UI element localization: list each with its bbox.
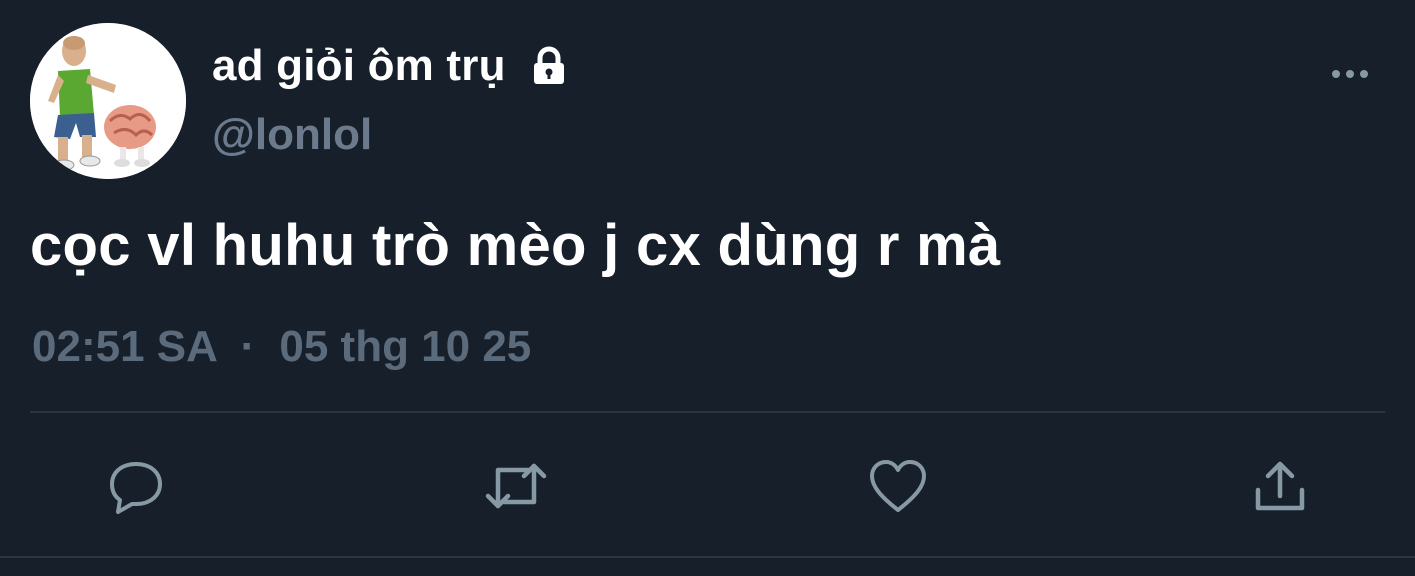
avatar[interactable] xyxy=(30,23,186,179)
tweet-meta: 02:51 SA · 05 thg 10 25 xyxy=(32,322,531,372)
bottom-divider xyxy=(0,556,1415,558)
tweet-time[interactable]: 02:51 SA xyxy=(32,322,216,371)
avatar-image xyxy=(30,23,186,179)
reply-button[interactable] xyxy=(104,454,168,518)
retweet-icon xyxy=(485,463,547,509)
share-icon xyxy=(1255,461,1305,511)
meta-separator: · xyxy=(240,322,256,371)
share-button[interactable] xyxy=(1248,454,1312,518)
tweet-date[interactable]: 05 thg 10 25 xyxy=(279,322,531,371)
user-handle[interactable]: @lonlol xyxy=(212,110,372,160)
tweet-text: cọc vl huhu trò mèo j cx dùng r mà xyxy=(30,213,1001,278)
like-button[interactable] xyxy=(866,454,930,518)
retweet-button[interactable] xyxy=(484,454,548,518)
divider xyxy=(30,411,1385,413)
lock-icon xyxy=(528,45,570,87)
more-icon[interactable] xyxy=(1330,60,1370,88)
reply-icon xyxy=(110,462,162,514)
display-name[interactable]: ad giỏi ôm trụ xyxy=(212,41,506,91)
tweet-card: ad giỏi ôm trụ @lonlol cọc vl huhu trò m… xyxy=(0,0,1415,576)
like-icon xyxy=(870,460,926,512)
name-row: ad giỏi ôm trụ xyxy=(212,40,570,92)
